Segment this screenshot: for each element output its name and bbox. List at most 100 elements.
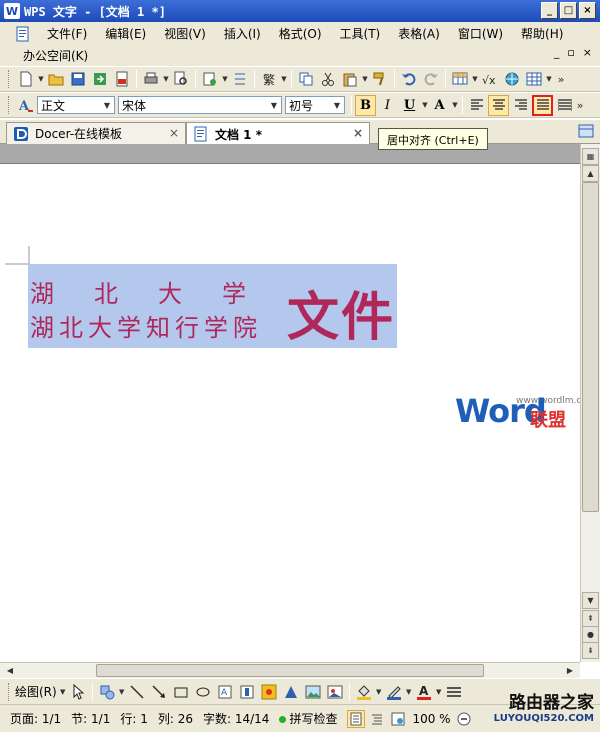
chevron-down-icon[interactable]: ▼ xyxy=(435,688,443,696)
clipart-icon[interactable] xyxy=(258,681,280,703)
chevron-down-icon[interactable]: ▼ xyxy=(59,688,67,696)
tab-list-icon[interactable] xyxy=(578,124,594,141)
select-pointer-icon[interactable] xyxy=(67,681,89,703)
close-window-button[interactable]: × xyxy=(579,2,596,19)
mdi-close-button[interactable]: × xyxy=(583,46,592,59)
cut-icon[interactable] xyxy=(317,68,339,90)
menu-file[interactable]: 文件(F) xyxy=(38,24,96,44)
align-left-button[interactable] xyxy=(466,95,487,116)
line-color-icon[interactable] xyxy=(383,681,405,703)
font-select[interactable]: 宋体 ▼ xyxy=(118,96,282,114)
web-view-button[interactable] xyxy=(389,710,407,728)
outline-view-button[interactable] xyxy=(368,710,386,728)
distributed-align-button[interactable] xyxy=(554,95,575,116)
toolbar-grip[interactable] xyxy=(8,682,11,701)
vertical-scroll-thumb[interactable] xyxy=(582,182,599,512)
redo-icon[interactable] xyxy=(420,68,442,90)
undo-icon[interactable] xyxy=(398,68,420,90)
character-shading-button[interactable]: A xyxy=(429,95,450,116)
chevron-down-icon[interactable]: ▼ xyxy=(405,688,413,696)
formula-icon[interactable]: √x xyxy=(479,68,501,90)
styles-pane-icon[interactable]: A xyxy=(15,94,37,116)
print-icon[interactable] xyxy=(140,68,162,90)
chevron-down-icon[interactable]: ▼ xyxy=(451,101,459,109)
minimize-button[interactable]: _ xyxy=(541,2,558,19)
horizontal-scroll-thumb[interactable] xyxy=(96,664,484,677)
chevron-down-icon[interactable]: ▼ xyxy=(162,75,170,83)
mdi-minimize-button[interactable]: _ xyxy=(554,46,560,59)
draw-menu-button[interactable]: 绘图(R) xyxy=(15,683,57,700)
menu-view[interactable]: 视图(V) xyxy=(155,24,215,44)
chevron-down-icon[interactable]: ▼ xyxy=(221,75,229,83)
chevron-down-icon[interactable]: ▼ xyxy=(545,75,553,83)
chevron-down-icon[interactable]: ▼ xyxy=(118,688,126,696)
underline-button[interactable]: U xyxy=(399,95,420,116)
style-select[interactable]: 正文 ▼ xyxy=(37,96,115,114)
toolbar-grip[interactable] xyxy=(8,96,11,114)
font-size-select[interactable]: 初号 ▼ xyxy=(285,96,345,114)
document-menu-icon[interactable] xyxy=(14,25,32,43)
table-grid-icon[interactable] xyxy=(523,68,545,90)
toolbar-overflow-icon[interactable]: » xyxy=(557,73,565,86)
track-changes-icon[interactable] xyxy=(229,68,251,90)
save-icon[interactable] xyxy=(67,68,89,90)
menu-window[interactable]: 窗口(W) xyxy=(449,24,512,44)
chevron-down-icon[interactable]: ▼ xyxy=(100,97,114,113)
scroll-up-icon[interactable]: ▲ xyxy=(582,165,599,182)
justify-button[interactable] xyxy=(532,94,553,116)
rectangle-icon[interactable] xyxy=(170,681,192,703)
chevron-down-icon[interactable]: ▼ xyxy=(267,97,281,113)
wps-app-icon[interactable]: W xyxy=(4,3,20,19)
page-view-button[interactable] xyxy=(347,709,366,728)
text-box-icon[interactable]: A xyxy=(214,681,236,703)
line-icon[interactable] xyxy=(126,681,148,703)
menu-format[interactable]: 格式(O) xyxy=(270,24,331,44)
scroll-tools-icon[interactable]: ▦ xyxy=(582,148,599,165)
spell-check-toggle[interactable]: 拼写检查 xyxy=(279,710,337,727)
align-center-button[interactable] xyxy=(488,94,509,116)
toolbar-overflow-icon[interactable]: » xyxy=(576,99,584,112)
chevron-down-icon[interactable]: ▼ xyxy=(471,75,479,83)
scroll-down-icon[interactable]: ▼ xyxy=(582,592,599,609)
zoom-level[interactable]: 100 % xyxy=(412,712,450,726)
browse-object-icon[interactable]: ● xyxy=(582,626,599,643)
maximize-button[interactable]: □ xyxy=(560,2,577,19)
menu-insert[interactable]: 插入(I) xyxy=(215,24,270,44)
scroll-left-icon[interactable]: ◀ xyxy=(2,663,18,678)
italic-button[interactable]: I xyxy=(377,95,398,116)
next-page-icon[interactable]: ⇟ xyxy=(582,642,599,659)
chevron-down-icon[interactable]: ▼ xyxy=(375,688,383,696)
arrow-icon[interactable] xyxy=(148,681,170,703)
menu-help[interactable]: 帮助(H) xyxy=(512,24,572,44)
chevron-down-icon[interactable]: ▼ xyxy=(280,75,288,83)
chevron-down-icon[interactable]: ▼ xyxy=(330,97,344,113)
print-preview-icon[interactable] xyxy=(170,68,192,90)
copy-icon[interactable] xyxy=(295,68,317,90)
previous-page-icon[interactable]: ⇞ xyxy=(582,610,599,627)
traditional-chinese-icon[interactable]: 繁 xyxy=(258,68,280,90)
autoshapes-icon[interactable] xyxy=(96,681,118,703)
chevron-down-icon[interactable]: ▼ xyxy=(421,101,429,109)
document-text-big[interactable]: 文件 xyxy=(287,275,395,350)
insert-table-icon[interactable] xyxy=(449,68,471,90)
zoom-out-button[interactable] xyxy=(455,710,473,728)
tab-document-1[interactable]: 文档 1 * × xyxy=(186,122,370,145)
close-tab-icon[interactable]: × xyxy=(169,126,179,140)
wordart-icon[interactable] xyxy=(280,681,302,703)
menu-edit[interactable]: 编辑(E) xyxy=(96,24,155,44)
open-folder-icon[interactable] xyxy=(45,68,67,90)
vertical-scrollbar[interactable]: ▦ ▲ ▼ ⇞ ● ⇟ xyxy=(580,144,600,662)
menu-table[interactable]: 表格(A) xyxy=(389,24,449,44)
new-document-icon[interactable] xyxy=(15,68,37,90)
ellipse-icon[interactable] xyxy=(192,681,214,703)
line-style-icon[interactable] xyxy=(443,681,465,703)
mdi-restore-button[interactable]: ▫ xyxy=(567,46,574,59)
menu-tools[interactable]: 工具(T) xyxy=(331,24,390,44)
font-color-icon[interactable]: A xyxy=(413,681,435,703)
document-text-line1[interactable]: 湖北大学 xyxy=(30,274,286,309)
fill-color-icon[interactable] xyxy=(353,681,375,703)
insert-picture-icon[interactable] xyxy=(302,681,324,703)
picture-from-file-icon[interactable] xyxy=(324,681,346,703)
chevron-down-icon[interactable]: ▼ xyxy=(37,75,45,83)
horizontal-scrollbar[interactable]: ◀ ▶ xyxy=(0,662,580,678)
